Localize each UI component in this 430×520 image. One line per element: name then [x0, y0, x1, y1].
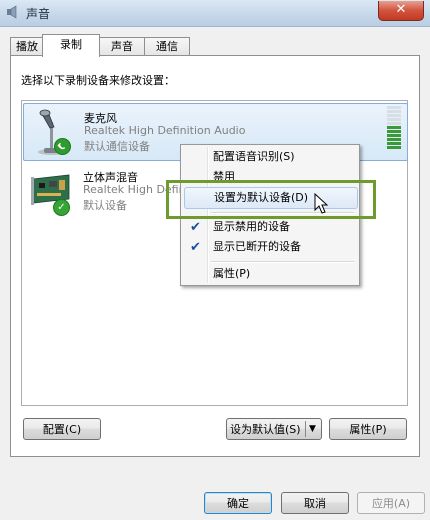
mouse-cursor-icon: [314, 193, 329, 214]
menu-item-show-disconnected[interactable]: ✔ 显示已断开的设备: [184, 237, 356, 257]
button-label: 配置(C): [42, 423, 82, 436]
tab-recording[interactable]: 录制: [42, 34, 100, 57]
cancel-button[interactable]: 取消: [281, 492, 349, 514]
menu-item-show-disabled[interactable]: ✔ 显示禁用的设备: [184, 217, 356, 237]
highlight-box: [166, 180, 376, 219]
button-label: 设为默认值(S): [230, 423, 301, 436]
device-status: 默认设备: [83, 199, 127, 212]
tab-label: 声音: [111, 40, 133, 53]
title-bar: 声音 ✕: [0, 0, 430, 27]
level-meter: [387, 106, 401, 152]
button-label: 属性(P): [349, 423, 387, 436]
menu-item-properties[interactable]: 属性(P): [184, 264, 356, 284]
menu-item-configure-speech[interactable]: 配置语音识别(S): [184, 147, 356, 167]
check-icon: ✔: [190, 220, 201, 235]
menu-separator: [211, 261, 354, 263]
tab-label: 录制: [60, 38, 82, 51]
dropdown-arrow-icon[interactable]: ▼: [309, 419, 316, 440]
window-title: 声音: [26, 7, 51, 21]
ok-button[interactable]: 确定: [204, 492, 272, 514]
tab-sounds[interactable]: 声音: [99, 37, 145, 56]
tab-playback[interactable]: 播放: [10, 37, 44, 56]
check-badge-icon: ✓: [53, 199, 70, 216]
button-label: 应用(A): [371, 497, 411, 510]
menu-item-label: 属性(P): [213, 267, 251, 280]
check-icon: ✔: [190, 240, 201, 255]
tab-label: 通信: [156, 40, 178, 53]
button-label: 确定: [227, 497, 249, 510]
device-status: 默认通信设备: [84, 140, 150, 153]
speaker-icon: [7, 5, 17, 19]
device-driver: Realtek High Definition Audio: [84, 124, 246, 137]
tab-label: 播放: [16, 40, 38, 53]
menu-item-label: 显示禁用的设备: [213, 220, 290, 233]
properties-button[interactable]: 属性(P): [329, 418, 407, 440]
tab-communications[interactable]: 通信: [144, 37, 190, 56]
configure-button[interactable]: 配置(C): [23, 418, 101, 440]
button-label: 取消: [304, 497, 326, 510]
menu-item-label: 显示已断开的设备: [213, 240, 301, 253]
instruction-text: 选择以下录制设备来修改设置：: [21, 74, 175, 87]
split-divider: [305, 421, 306, 437]
apply-button[interactable]: 应用(A): [357, 492, 425, 514]
set-default-split-button[interactable]: 设为默认值(S) ▼: [226, 418, 322, 440]
close-icon: ✕: [395, 2, 407, 17]
menu-item-label: 配置语音识别(S): [213, 150, 295, 163]
phone-badge-icon: [54, 138, 71, 155]
close-button[interactable]: ✕: [378, 1, 424, 21]
